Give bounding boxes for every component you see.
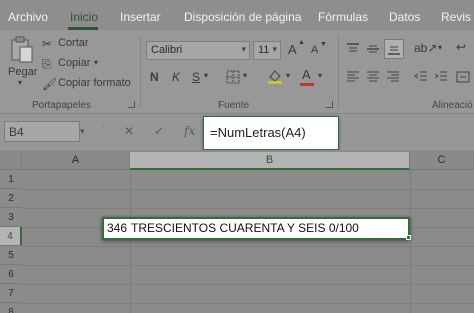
row-header-3[interactable]: 3	[0, 208, 22, 227]
align-top-icon[interactable]	[346, 42, 360, 56]
chevron-down-icon: ▾	[241, 44, 246, 54]
row-header-4[interactable]: 4	[0, 227, 22, 246]
align-middle-icon[interactable]	[366, 42, 380, 56]
name-box-dropdown-icon[interactable]: ▾	[80, 126, 85, 137]
merge-center-icon[interactable]	[456, 70, 470, 84]
decrease-indent-icon[interactable]	[414, 70, 428, 84]
tab-inicio[interactable]: Inicio	[70, 10, 98, 24]
paste-label: Pegar	[8, 66, 38, 78]
orientation-icon[interactable]: ab↗	[414, 41, 437, 55]
orientation-dropdown-icon[interactable]: ▾	[438, 43, 442, 52]
align-bottom-button[interactable]	[384, 39, 404, 59]
bold-button[interactable]: N	[150, 70, 159, 84]
copy-dropdown-icon[interactable]: ▾	[94, 58, 98, 67]
enter-icon[interactable]: ✓	[154, 124, 164, 138]
gridline	[410, 170, 411, 313]
name-box[interactable]: B4	[4, 121, 80, 142]
ribbon-tab-bar: Archivo Inicio Insertar Disposición de p…	[0, 0, 474, 30]
fill-color-icon[interactable]	[267, 68, 283, 84]
underline-button[interactable]: S	[192, 70, 200, 84]
fill-handle[interactable]	[406, 235, 411, 240]
column-header-a[interactable]: A	[22, 152, 130, 170]
gridline	[22, 265, 474, 266]
row-header-8[interactable]: 8	[0, 303, 22, 313]
cut-button[interactable]: Cortar	[58, 37, 89, 49]
formula-input[interactable]: =NumLetras(A4)	[203, 116, 339, 150]
borders-icon[interactable]	[226, 70, 240, 84]
font-color-swatch	[300, 83, 314, 86]
gridline	[22, 246, 474, 247]
font-name-value: Calibri	[151, 44, 183, 56]
chevron-down-icon: ▾	[272, 44, 277, 54]
grow-font-button[interactable]: A	[288, 42, 297, 57]
shrink-font-button[interactable]: A	[311, 44, 318, 56]
fill-color-dropdown-icon[interactable]: ▾	[286, 71, 290, 80]
font-color-dropdown-icon[interactable]: ▾	[318, 71, 322, 80]
tab-disposicion-pagina[interactable]: Disposición de página	[184, 10, 301, 24]
align-left-icon[interactable]	[346, 70, 360, 84]
format-painter-button[interactable]: Copiar formato	[58, 77, 131, 89]
column-header-b[interactable]: B	[130, 152, 410, 170]
row-header-7[interactable]: 7	[0, 284, 22, 303]
clipboard-group-label: Portapapeles	[32, 100, 91, 111]
insert-function-button[interactable]: fx	[184, 124, 195, 138]
copy-button[interactable]: Copiar	[58, 57, 90, 69]
increase-indent-icon[interactable]	[434, 70, 448, 84]
cell-b4[interactable]: TRESCIENTOS CUARENTA Y SEIS 0/100	[131, 221, 359, 235]
row-header-1[interactable]: 1	[0, 170, 22, 189]
select-all-corner[interactable]	[0, 152, 22, 170]
row-header-6[interactable]: 6	[0, 265, 22, 284]
gridline	[22, 284, 474, 285]
italic-button[interactable]: K	[172, 70, 180, 84]
paste-button[interactable]: Pegar ▾	[6, 36, 38, 92]
shrink-font-arrow-icon: ▼	[320, 41, 327, 48]
font-name-select[interactable]: Calibri ▾	[146, 41, 250, 60]
cancel-icon[interactable]: ✕	[124, 124, 134, 138]
gridline	[22, 303, 474, 304]
format-painter-icon: 🖌	[42, 77, 58, 91]
font-launcher-icon[interactable]	[326, 101, 333, 108]
font-group-label: Fuente	[218, 100, 250, 111]
group-divider	[140, 36, 141, 108]
align-center-icon[interactable]	[366, 70, 380, 84]
paste-icon	[11, 36, 33, 63]
grow-font-arrow-icon: ▲	[298, 39, 305, 46]
copy-icon: ⎘	[42, 57, 52, 71]
gridline	[130, 170, 131, 313]
font-size-value: 11	[258, 44, 270, 56]
font-size-select[interactable]: 11 ▾	[253, 41, 281, 60]
align-right-icon[interactable]	[386, 70, 400, 84]
tab-archivo[interactable]: Archivo	[8, 10, 48, 24]
group-divider	[338, 36, 339, 108]
tab-insertar[interactable]: Insertar	[120, 10, 161, 24]
font-color-button[interactable]: A	[302, 67, 311, 82]
column-header-c[interactable]: C	[410, 152, 474, 170]
row-header-2[interactable]: 2	[0, 189, 22, 208]
paste-dropdown-icon[interactable]: ▾	[18, 78, 22, 87]
gridline	[22, 189, 474, 190]
clipboard-launcher-icon[interactable]	[128, 101, 135, 108]
formula-bar-grip-icon: ⋮	[98, 122, 109, 133]
gridline	[22, 208, 474, 209]
excel-window: Archivo Inicio Insertar Disposición de p…	[0, 0, 474, 313]
row-header-5[interactable]: 5	[0, 246, 22, 265]
scissors-icon: ✂	[42, 37, 53, 51]
tab-datos[interactable]: Datos	[389, 10, 420, 24]
wrap-text-icon[interactable]: ↩	[456, 40, 466, 54]
alignment-group-label: Alineació	[432, 100, 473, 111]
cell-a4[interactable]: 346	[107, 221, 127, 235]
borders-dropdown-icon[interactable]: ▾	[243, 71, 247, 80]
underline-dropdown-icon[interactable]: ▾	[204, 71, 208, 80]
align-bottom-icon	[388, 46, 400, 55]
tab-formulas[interactable]: Fórmulas	[318, 10, 368, 24]
tab-revisar[interactable]: Revis	[441, 10, 471, 24]
